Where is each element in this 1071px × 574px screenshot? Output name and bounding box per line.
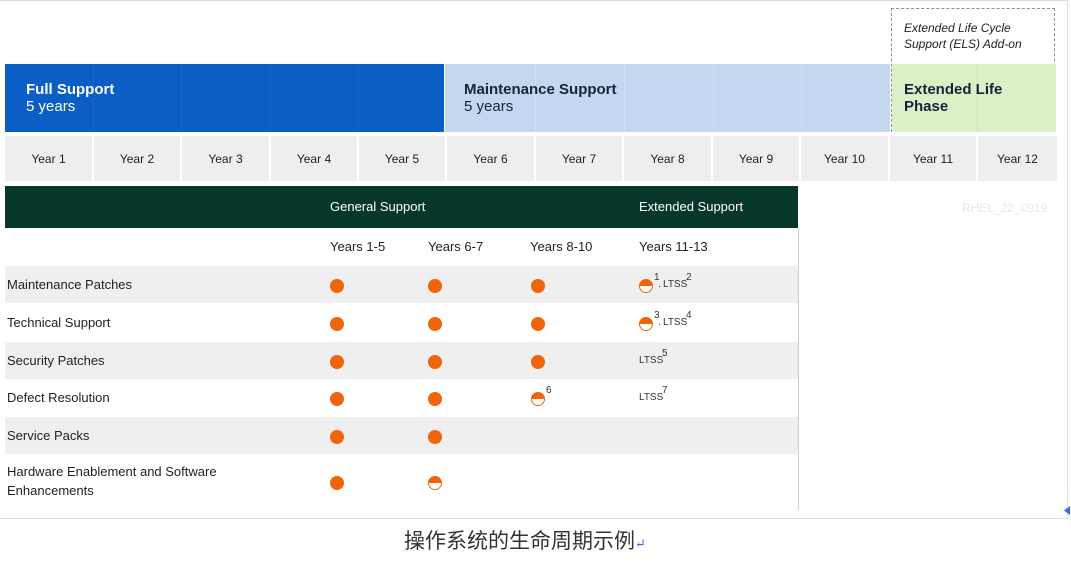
year-cell-2: Year 2: [94, 136, 180, 181]
year-cell-3: Year 3: [182, 136, 269, 181]
year-cell-11: Year 11: [890, 136, 976, 181]
band-column-divider: [93, 64, 94, 132]
band-column-divider: [181, 64, 182, 132]
full-support-dot-icon: [330, 279, 344, 293]
resize-handle-icon[interactable]: [1064, 506, 1070, 515]
frame-bottom-border: [0, 518, 1068, 519]
row-label: Maintenance Patches: [7, 277, 133, 292]
footnote-ref: 6: [546, 385, 552, 396]
year-cell-6: Year 6: [447, 136, 534, 181]
year-cell-7: Year 7: [536, 136, 622, 181]
figure-caption: 操作系统的生命周期示例↵: [404, 525, 646, 555]
ltss-footnote-ref: 4: [686, 310, 692, 321]
extended-support-header: Extended Support: [639, 199, 744, 214]
extended-life-title: Extended Life Phase: [904, 81, 1003, 115]
image-id-watermark: RHEL_22_0919: [962, 201, 1048, 215]
maintenance-support-duration: 5 years: [464, 98, 514, 115]
full-support-dot-icon: [428, 430, 442, 444]
band-column-divider: [624, 64, 625, 132]
subheader-years-11-13: Years 11-13: [639, 239, 708, 254]
full-support-dot-icon: [531, 355, 545, 369]
full-support-dot-icon: [531, 317, 545, 331]
row-label: Technical Support: [7, 315, 111, 330]
full-support-dot-icon: [428, 279, 442, 293]
table-right-border: [798, 228, 799, 510]
year-cell-1: Year 1: [5, 136, 92, 181]
year-cell-12: Year 12: [978, 136, 1057, 181]
full-support-duration: 5 years: [26, 98, 76, 115]
partial-support-dot-icon: [639, 317, 653, 331]
full-support-dot-icon: [531, 279, 545, 293]
full-support-dot-icon: [330, 430, 344, 444]
note-separator: .: [658, 317, 661, 328]
year-cell-4: Year 4: [271, 136, 357, 181]
row-label: Service Packs: [7, 428, 90, 443]
note-separator: .: [658, 279, 661, 290]
return-mark-icon: ↵: [635, 537, 646, 552]
subheader-years-1-5: Years 1-5: [330, 239, 386, 254]
ltss-footnote-ref: 7: [662, 385, 668, 396]
band-column-divider: [535, 64, 536, 132]
year-cell-9: Year 9: [713, 136, 799, 181]
band-column-divider: [270, 64, 271, 132]
full-support-dot-icon: [330, 392, 344, 406]
subheader-years-6-7: Years 6-7: [428, 239, 484, 254]
row-label: Security Patches: [7, 353, 105, 368]
full-support-title: Full Support: [26, 81, 115, 98]
partial-support-dot-icon: [639, 279, 653, 293]
maintenance-support-title: Maintenance Support: [464, 81, 617, 98]
frame-right-border: [1067, 0, 1068, 518]
ltss-footnote-ref: 2: [686, 272, 692, 283]
ltss-label: LTSS: [639, 392, 664, 403]
full-support-dot-icon: [330, 317, 344, 331]
subheader-years-8-10: Years 8-10: [530, 239, 593, 254]
full-support-dot-icon: [428, 355, 442, 369]
ltss-label: LTSS: [663, 279, 688, 290]
full-support-dot-icon: [428, 392, 442, 406]
row-label: Defect Resolution: [7, 390, 110, 405]
year-cell-10: Year 10: [801, 136, 888, 181]
band-column-divider: [801, 64, 802, 132]
partial-support-dot-icon: [531, 392, 545, 406]
ltss-label: LTSS: [663, 317, 688, 328]
full-support-dot-icon: [428, 317, 442, 331]
ltss-label: LTSS: [639, 355, 664, 366]
row-label: Hardware Enablement and Software Enhance…: [7, 464, 217, 498]
partial-support-dot-icon: [428, 476, 442, 490]
general-support-header: General Support: [330, 199, 426, 214]
caption-text: 操作系统的生命周期示例: [404, 529, 635, 553]
frame-top-border: [0, 0, 1068, 1]
els-addon-title: Extended Life Cycle Support (ELS) Add-on: [904, 21, 1022, 51]
band-column-divider: [713, 64, 714, 132]
year-cell-8: Year 8: [624, 136, 711, 181]
year-cell-5: Year 5: [359, 136, 445, 181]
full-support-dot-icon: [330, 476, 344, 490]
full-support-dot-icon: [330, 355, 344, 369]
band-column-divider: [358, 64, 359, 132]
ltss-footnote-ref: 5: [662, 348, 668, 359]
